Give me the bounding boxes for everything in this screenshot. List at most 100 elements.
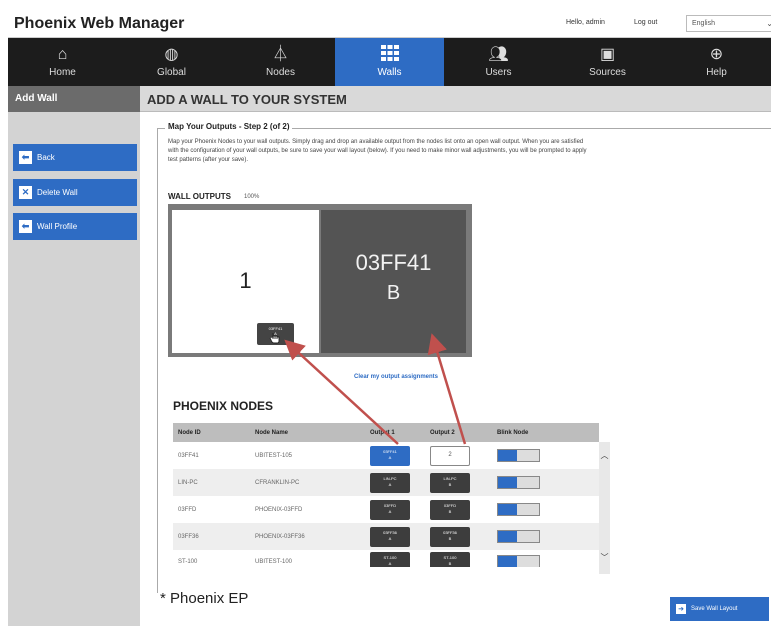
chip-port: B <box>448 508 452 514</box>
delete-wall-button[interactable]: ✕ Delete Wall <box>13 179 137 206</box>
output-1-chip[interactable]: LIN-PC A <box>370 472 410 493</box>
node-id-cell: 03FF41 <box>178 452 199 459</box>
node-name-cell: CFRANKLIN-PC <box>255 479 300 486</box>
node-id-cell: ST-100 <box>178 558 198 565</box>
output-1-chip[interactable]: 03FF41 A <box>370 445 410 466</box>
chip-port: B <box>448 535 452 541</box>
output-1-chip[interactable]: ST-100 A <box>370 551 410 567</box>
table-row: LIN-PC CFRANKLIN-PC LIN-PC A LIN-PC B <box>173 469 599 496</box>
chip-port: B <box>448 560 452 566</box>
nav-label: Global <box>157 67 186 78</box>
node-name-cell: UBITEST-100 <box>255 558 293 565</box>
table-row: ST-100 UBITEST-100 ST-100 A ST-100 B <box>173 550 599 567</box>
chevron-down-icon[interactable]: ﹀ <box>599 552 610 563</box>
assigned-port: B <box>386 282 401 304</box>
app-title: Phoenix Web Manager <box>14 15 185 32</box>
sidebar: Add Wall ⬅ Back ✕ Delete Wall ⬅ Wall Pro… <box>8 86 140 626</box>
wall-profile-label: Wall Profile <box>37 222 78 231</box>
clear-assignments-link[interactable]: Clear my output assignments <box>354 374 438 380</box>
chip-port: B <box>448 481 452 487</box>
wall-outputs-label: WALL OUTPUTS <box>168 192 231 201</box>
globe-icon: ◍ <box>164 46 179 63</box>
nav-global[interactable]: ◍ Global <box>117 38 226 86</box>
node-name-cell: PHOENIX-03FFD <box>255 506 303 513</box>
blink-toggle[interactable] <box>497 530 540 543</box>
wall-profile-button[interactable]: ⬅ Wall Profile <box>13 213 137 240</box>
output-1-chip[interactable]: 03FF36 A <box>370 526 410 547</box>
back-arrow-icon: ⬅ <box>19 220 32 233</box>
nav-nodes[interactable]: ⏃ Nodes <box>226 38 335 86</box>
source-icon: ▣ <box>599 46 616 63</box>
sidebar-title: Add Wall <box>8 86 140 112</box>
hand-cursor-icon <box>269 333 280 344</box>
nav-home[interactable]: ⌂ Home <box>8 38 117 86</box>
grid-icon <box>335 45 444 65</box>
blink-toggle[interactable] <box>497 476 540 489</box>
blink-toggle[interactable] <box>497 503 540 516</box>
table-scrollbar[interactable]: ︿ ﹀ <box>599 442 610 574</box>
back-button[interactable]: ⬅ Back <box>13 144 137 171</box>
assigned-node-id: 03FF41 <box>355 250 432 275</box>
output-2-chip[interactable]: 2 <box>430 445 470 466</box>
home-icon: ⌂ <box>57 46 68 63</box>
help-icon: ⊕ <box>709 46 724 63</box>
page-header: ADD A WALL TO YOUR SYSTEM <box>140 86 771 112</box>
delete-icon: ✕ <box>19 186 32 199</box>
col-output-2: Output 2 <box>430 429 455 436</box>
nav-users[interactable]: 👥︎ Users <box>444 38 553 86</box>
table-row: 03FF36 PHOENIX-03FF36 03FF36 A 03FF36 B <box>173 523 599 550</box>
output-2-chip[interactable]: 03FF36 B <box>430 526 470 547</box>
output-1-chip[interactable]: 03FFD A <box>370 499 410 520</box>
chip-port: A <box>388 535 392 541</box>
chip-port: A <box>388 454 392 460</box>
wall-output-1[interactable]: 1 03FF41 A <box>172 210 319 353</box>
nodes-section-title: PHOENIX NODES <box>173 399 274 413</box>
node-id-cell: LIN-PC <box>178 479 198 486</box>
back-arrow-icon: ⬅ <box>19 151 32 164</box>
chevron-up-icon[interactable]: ︿ <box>599 450 610 461</box>
wall-output-2[interactable]: 03FF41 B <box>321 210 466 353</box>
output-2-chip[interactable]: LIN-PC B <box>430 472 470 493</box>
main-nav: ⌂ Home ◍ Global ⏃ Nodes Walls 👥︎ Users ▣… <box>8 38 771 86</box>
blink-toggle[interactable] <box>497 555 540 567</box>
nav-sources[interactable]: ▣ Sources <box>553 38 662 86</box>
back-label: Back <box>37 153 55 162</box>
output-2-chip[interactable]: ST-100 B <box>430 551 470 567</box>
save-wall-layout-button[interactable]: ➜ Save Wall Layout <box>670 597 769 621</box>
nav-help[interactable]: ⊕ Help <box>662 38 771 86</box>
top-header: Phoenix Web Manager Hello, admin Log out… <box>8 10 771 38</box>
toggle-knob <box>498 531 517 542</box>
save-arrow-icon: ➜ <box>676 604 686 614</box>
col-blink-node: Blink Node <box>497 429 529 436</box>
blink-toggle[interactable] <box>497 449 540 462</box>
step-title: Map Your Outputs - Step 2 (of 2) <box>165 122 293 131</box>
nodes-icon: ⏃ <box>272 46 289 63</box>
nav-walls[interactable]: Walls <box>335 38 444 86</box>
toggle-knob <box>498 556 517 567</box>
toggle-knob <box>498 477 517 488</box>
col-output-1: Output 1 <box>370 429 395 436</box>
users-icon: 👥︎ <box>488 46 509 63</box>
nodes-table: Node ID Node Name Output 1 Output 2 Blin… <box>173 423 599 567</box>
step-description: Map your Phoenix Nodes to your wall outp… <box>168 139 587 163</box>
nav-label: Sources <box>589 67 626 78</box>
table-row: 03FFD PHOENIX-03FFD 03FFD A 03FFD B <box>173 496 599 523</box>
table-header: Node ID Node Name Output 1 Output 2 Blin… <box>173 423 599 442</box>
language-value: English <box>692 20 715 27</box>
chip-port: A <box>388 508 392 514</box>
node-name-cell: PHOENIX-03FF36 <box>255 533 305 540</box>
chip-port: A <box>388 481 392 487</box>
greeting-text: Hello, admin <box>566 19 605 26</box>
language-select[interactable]: English ⌄ <box>686 15 771 32</box>
dragged-output-chip[interactable]: 03FF41 A <box>257 323 294 345</box>
logout-link[interactable]: Log out <box>634 19 657 26</box>
nav-label: Help <box>706 67 727 78</box>
output-2-chip[interactable]: 03FFD B <box>430 499 470 520</box>
table-row: 03FF41 UBITEST-105 03FF41 A 2 <box>173 442 599 469</box>
wall-outputs-zoom: 100% <box>244 194 260 200</box>
col-node-id: Node ID <box>178 429 201 436</box>
nav-label: Home <box>49 67 76 78</box>
delete-wall-label: Delete Wall <box>37 188 78 197</box>
footnote: * Phoenix EP <box>160 590 249 607</box>
node-name-cell: UBITEST-105 <box>255 452 293 459</box>
